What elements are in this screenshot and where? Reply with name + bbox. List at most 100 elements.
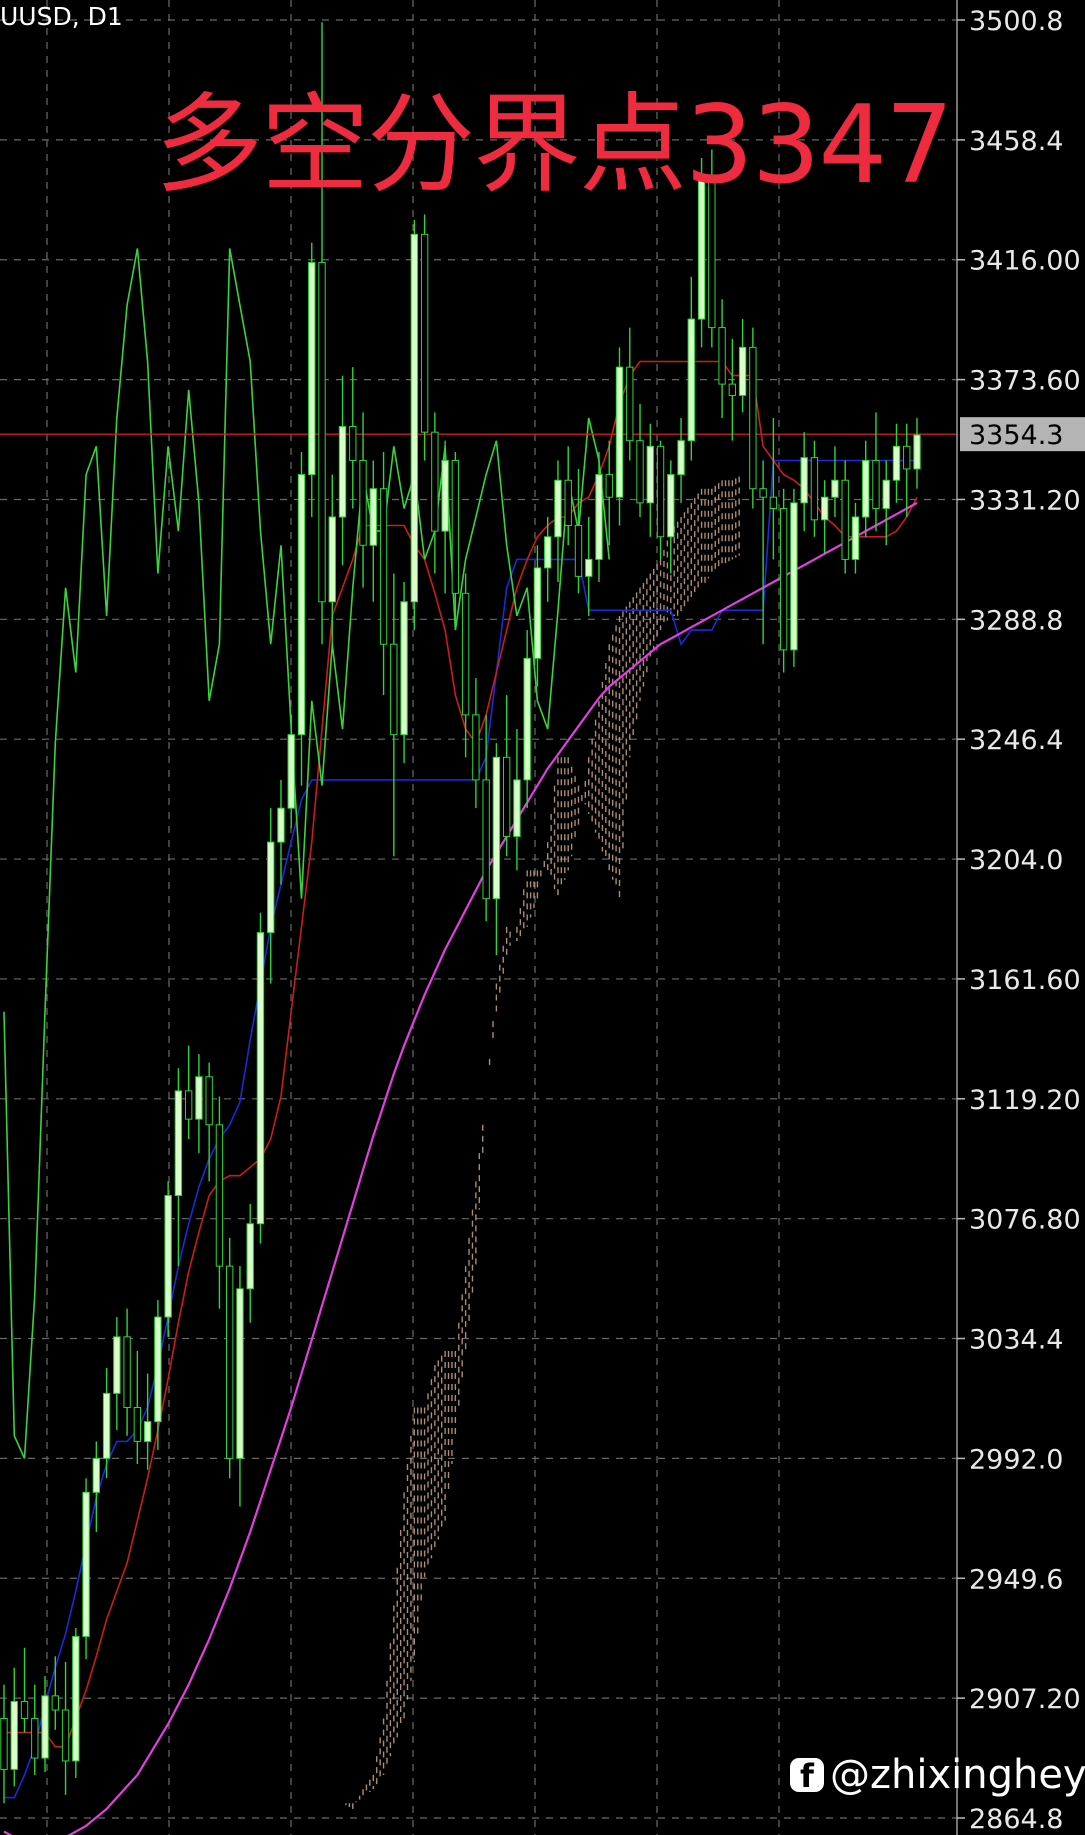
y-tick-label: 3500.8	[969, 6, 1063, 37]
candle-body-bull	[523, 657, 531, 781]
y-tick-label: 3204.0	[969, 845, 1063, 876]
candle	[615, 347, 624, 526]
candle	[677, 418, 685, 503]
candle	[810, 440, 819, 537]
candle	[790, 488, 798, 667]
facebook-icon: f	[790, 1758, 824, 1794]
candle	[820, 480, 829, 554]
candle-body-bear	[205, 1076, 213, 1126]
candle-body-bear	[318, 262, 326, 603]
y-tick-label: 3288.8	[969, 605, 1063, 636]
candle	[544, 516, 552, 602]
candle	[913, 418, 921, 489]
candle	[502, 695, 511, 857]
candle	[297, 451, 306, 786]
y-tick-label: 2949.6	[969, 1564, 1063, 1595]
candle	[841, 460, 849, 574]
candle	[872, 412, 880, 532]
candle	[174, 1068, 183, 1267]
candle	[51, 1656, 59, 1730]
symbol-timeframe-label: UUSD, D1	[0, 2, 123, 31]
candle-body-bull	[851, 516, 860, 560]
candle	[10, 1667, 18, 1787]
candle	[656, 440, 665, 560]
candle	[574, 468, 583, 594]
candle-body-bull	[236, 1288, 244, 1459]
candle-body-bear	[20, 1701, 29, 1719]
candle	[492, 743, 501, 956]
candle	[738, 319, 747, 413]
candle-body-bull	[687, 318, 695, 442]
candle-body-bear	[502, 756, 511, 837]
candle	[779, 488, 788, 673]
candle	[20, 1647, 29, 1733]
candle-body-bear	[759, 488, 767, 498]
y-tick-label: 3246.4	[969, 725, 1063, 756]
y-tick-label: 3076.80	[969, 1205, 1081, 1236]
y-tick-label: 2907.20	[969, 1684, 1081, 1715]
candle-body-bear	[626, 366, 634, 442]
candle	[882, 460, 890, 546]
candle-body-bull	[831, 479, 839, 498]
y-tick-label: 3458.4	[969, 126, 1063, 157]
candle	[472, 678, 480, 809]
candle	[287, 714, 295, 828]
candle	[441, 440, 449, 594]
y-tick-label: 3119.20	[969, 1085, 1081, 1116]
candle	[482, 714, 490, 922]
candle-body-bull	[277, 807, 285, 843]
candle-body-bull	[82, 1491, 90, 1638]
candle	[554, 460, 562, 583]
candle	[410, 220, 419, 631]
candle-body-bull	[677, 440, 685, 476]
candle-body-bull	[410, 233, 419, 603]
candle	[862, 440, 870, 537]
candle-body-bull	[267, 841, 275, 934]
candle-body-bear	[841, 479, 849, 560]
y-tick-label: 2992.0	[969, 1444, 1063, 1475]
candle	[184, 1045, 193, 1139]
current-price-label: 3354.3	[969, 420, 1063, 451]
senkou_b-line	[3, 501, 918, 1835]
candle-body-bear	[718, 327, 726, 385]
candle	[164, 1181, 172, 1337]
candle-body-bull	[882, 479, 890, 510]
tenkan-line	[4, 459, 917, 1799]
candle	[0, 1684, 8, 1804]
candle	[636, 403, 644, 517]
candle-body-bear	[215, 1124, 224, 1267]
candle-body-bull	[102, 1392, 111, 1459]
candle	[277, 779, 285, 885]
candle-body-bear	[359, 459, 367, 546]
candle-body-bear	[461, 592, 470, 716]
candle	[246, 1203, 254, 1323]
candle-body-bear	[872, 459, 880, 510]
candle-body-bear	[390, 643, 398, 736]
candle	[626, 327, 634, 461]
candle-body-bear	[472, 714, 480, 781]
candle-body-bear	[184, 1090, 193, 1120]
candle-body-bull	[164, 1194, 172, 1318]
candle-body-bear	[0, 1717, 8, 1770]
candle	[420, 214, 429, 461]
candle	[328, 474, 336, 650]
candle	[564, 446, 572, 546]
candle	[605, 440, 613, 546]
candle	[92, 1441, 101, 1532]
candle-body-bull	[400, 601, 408, 736]
candle	[390, 573, 398, 857]
candle-body-bear	[749, 346, 757, 490]
candle-body-bear	[133, 1407, 142, 1442]
candle-body-bear	[482, 779, 490, 900]
chikou-line	[3, 248, 610, 1459]
candle-body-bull	[174, 1090, 183, 1196]
candle	[267, 808, 275, 984]
candle-body-bull	[10, 1701, 18, 1770]
watermark: f @zhixingheyi	[790, 1752, 1085, 1798]
candle-body-bull	[256, 932, 265, 1225]
candle-body-bear	[123, 1336, 131, 1409]
watermark-handle: @zhixingheyi	[830, 1752, 1085, 1798]
candle	[595, 451, 603, 583]
candle-body-bull	[862, 459, 870, 518]
price-axis: 3500.8 3458.4 3416.00 3373.60 3331.20 3288.8 3…	[956, 0, 1085, 1835]
